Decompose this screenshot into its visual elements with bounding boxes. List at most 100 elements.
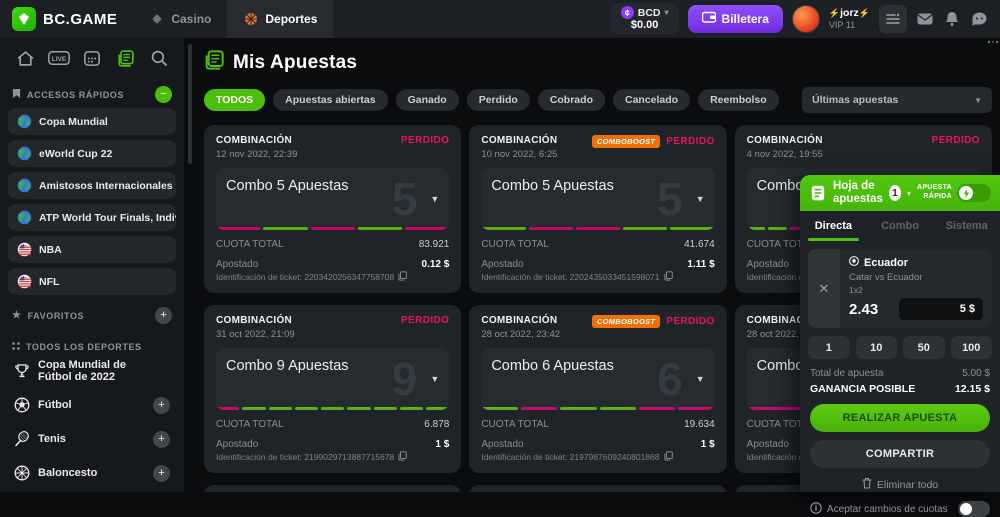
home-icon[interactable] <box>14 48 36 68</box>
betslip-list-button[interactable] <box>879 5 907 33</box>
sidebar-item-amistosos-internacionales[interactable]: Amistosos Internacionales <box>8 172 176 199</box>
tab-casino[interactable]: Casino <box>133 0 227 38</box>
combo-title: Combo 6 Apuestas <box>491 358 614 374</box>
betslip-tab-directa[interactable]: Directa <box>800 211 867 241</box>
chevron-down-icon[interactable]: ▼ <box>430 374 439 384</box>
quick-bet-label-2: RÁPIDA <box>923 193 952 200</box>
sidebar-item-copa-mundial[interactable]: Copa Mundial <box>8 108 176 135</box>
stake-input[interactable] <box>899 298 983 320</box>
collapse-quick-access-button[interactable]: − <box>155 86 172 103</box>
betslip-panel: Hoja deapuestas 1 ▾ APUESTARÁPIDA Direct… <box>800 175 1000 492</box>
star-icon: ★ <box>12 310 22 321</box>
place-bet-button[interactable]: REALIZAR APUESTA <box>810 404 990 432</box>
logo-sparkles-icon <box>988 41 998 43</box>
combo-summary[interactable]: Combo 6 Apuestas 6 ▼ <box>481 348 714 410</box>
sidebar-item-label: NBA <box>39 244 62 256</box>
sidebar-item-nfl[interactable]: NFL <box>8 268 176 295</box>
bet-card: COMBINACIÓN 12 nov 2022, 22:39 PERDIDO C… <box>204 125 461 293</box>
betslip-collapse-icon[interactable]: ▾ <box>907 189 911 198</box>
expand-sport-button[interactable]: + <box>153 465 170 482</box>
remove-selection-button[interactable]: ✕ <box>808 249 840 328</box>
betslip-tab-combo[interactable]: Combo <box>867 211 934 241</box>
logo-gem-icon <box>12 7 36 31</box>
tennis-icon <box>14 431 30 447</box>
chat-icon[interactable] <box>970 10 988 28</box>
currency-selector[interactable]: ¢ BCD ▾ $0.00 <box>611 3 679 35</box>
sidebar-sport-baloncesto[interactable]: Baloncesto + <box>8 458 176 488</box>
filter-cancelado[interactable]: Cancelado <box>613 89 690 111</box>
quick-amount-50[interactable]: 50 <box>903 336 945 359</box>
sidebar: LIVE ACCESOS RÁPIDOS − Copa Mundial eWor… <box>0 38 184 492</box>
sport-label: Tenis <box>38 433 66 445</box>
sidebar-item-nba[interactable]: NBA <box>8 236 176 263</box>
combo-summary[interactable]: Combo 5 Apuestas 5 ▼ <box>481 168 714 230</box>
bet-date: 12 nov 2022, 22:39 <box>216 149 297 160</box>
filter-todos[interactable]: TODOS <box>204 89 265 111</box>
us-flag-icon <box>16 274 32 290</box>
filter-apuestas-abiertas[interactable]: Apuestas abiertas <box>273 89 387 111</box>
chevron-down-icon[interactable]: ▼ <box>696 374 705 384</box>
quick-amount-1[interactable]: 1 <box>808 336 850 359</box>
scrollbar-thumb[interactable] <box>188 44 192 164</box>
search-icon[interactable] <box>148 48 170 68</box>
combo-summary[interactable]: Combo 5 Apuestas 5 ▼ <box>216 168 449 230</box>
add-favorite-button[interactable]: + <box>155 307 172 324</box>
wallet-button[interactable]: Billetera <box>688 5 783 33</box>
sidebar-sport-tenis[interactable]: Tenis + <box>8 424 176 454</box>
quick-bet-label-1: APUESTA <box>917 184 952 191</box>
quick-amount-100[interactable]: 100 <box>951 336 993 359</box>
sport-label: Copa Mundial de Fútbol de 2022 <box>38 359 162 383</box>
sidebar-item-atp-world-tour-finals-indiv-masc-[interactable]: ATP World Tour Finals, Indiv. Masc. <box>8 204 176 231</box>
username: jorz <box>840 7 859 19</box>
status-badge: PERDIDO <box>666 316 714 327</box>
expand-sport-button[interactable]: + <box>153 397 170 414</box>
quick-amount-10[interactable]: 10 <box>856 336 898 359</box>
tab-deportes[interactable]: Deportes <box>227 0 333 38</box>
sidebar-sport-f-tbol[interactable]: Fútbol + <box>8 390 176 420</box>
chevron-down-icon[interactable]: ▼ <box>696 194 705 204</box>
combo-summary[interactable]: Combo 9 Apuestas 9 ▼ <box>216 348 449 410</box>
share-button[interactable]: COMPARTIR <box>810 440 990 468</box>
expand-sport-button[interactable]: + <box>153 431 170 448</box>
copy-icon[interactable] <box>398 451 407 463</box>
status-badge: PERDIDO <box>401 135 449 146</box>
globe-icon <box>16 178 32 194</box>
combo-count: 5 <box>392 176 418 222</box>
chevron-down-icon[interactable]: ▼ <box>430 194 439 204</box>
cuota-label: CUOTA TOTAL <box>216 239 284 250</box>
accept-odds-toggle[interactable] <box>958 501 990 517</box>
bet-type: COMBINACIÓN <box>481 315 560 326</box>
filter-cobrado[interactable]: Cobrado <box>538 89 605 111</box>
messages-icon[interactable] <box>916 10 934 28</box>
copy-icon[interactable] <box>664 271 673 283</box>
quick-bet-toggle[interactable] <box>957 184 991 202</box>
live-icon[interactable]: LIVE <box>48 48 70 68</box>
my-bets-icon[interactable] <box>115 48 137 68</box>
copy-icon[interactable] <box>398 271 407 283</box>
bcd-coin-icon: ¢ <box>621 6 634 19</box>
copy-icon[interactable] <box>664 451 673 463</box>
page-title: Mis Apuestas <box>233 52 357 74</box>
bet-type: COMBINACIÓN <box>747 135 823 146</box>
betslip-tab-sistema[interactable]: Sistema <box>933 211 1000 241</box>
chevron-down-icon: ▾ <box>665 8 669 17</box>
schedule-icon[interactable] <box>81 48 103 68</box>
trophy-icon <box>14 363 30 379</box>
combo-count: 9 <box>392 356 418 402</box>
logo[interactable]: BC.GAME <box>0 7 133 31</box>
filter-perdido[interactable]: Perdido <box>467 89 530 111</box>
stake-label: Apostado <box>216 259 258 270</box>
cuota-value: 6.878 <box>424 419 449 430</box>
user-info[interactable]: ⚡jorz⚡ VIP 11 <box>829 7 870 30</box>
filter-reembolso[interactable]: Reembolso <box>698 89 779 111</box>
sport-label: Baloncesto <box>38 467 97 479</box>
sidebar-sport-copa-mundial-de-f-tbol-de-2022[interactable]: Copa Mundial de Fútbol de 2022 <box>8 356 176 386</box>
clear-all-button[interactable]: Eliminar todo <box>800 477 1000 492</box>
sort-dropdown[interactable]: Últimas apuestas ▼ <box>802 87 992 113</box>
avatar[interactable] <box>792 5 820 33</box>
notifications-bell-icon[interactable] <box>943 10 961 28</box>
sidebar-item-eworld-cup-22[interactable]: eWorld Cup 22 <box>8 140 176 167</box>
betslip-header: Hoja deapuestas 1 ▾ APUESTARÁPIDA <box>800 175 1000 211</box>
sidebar-scrollbar[interactable] <box>186 38 194 492</box>
filter-ganado[interactable]: Ganado <box>396 89 459 111</box>
